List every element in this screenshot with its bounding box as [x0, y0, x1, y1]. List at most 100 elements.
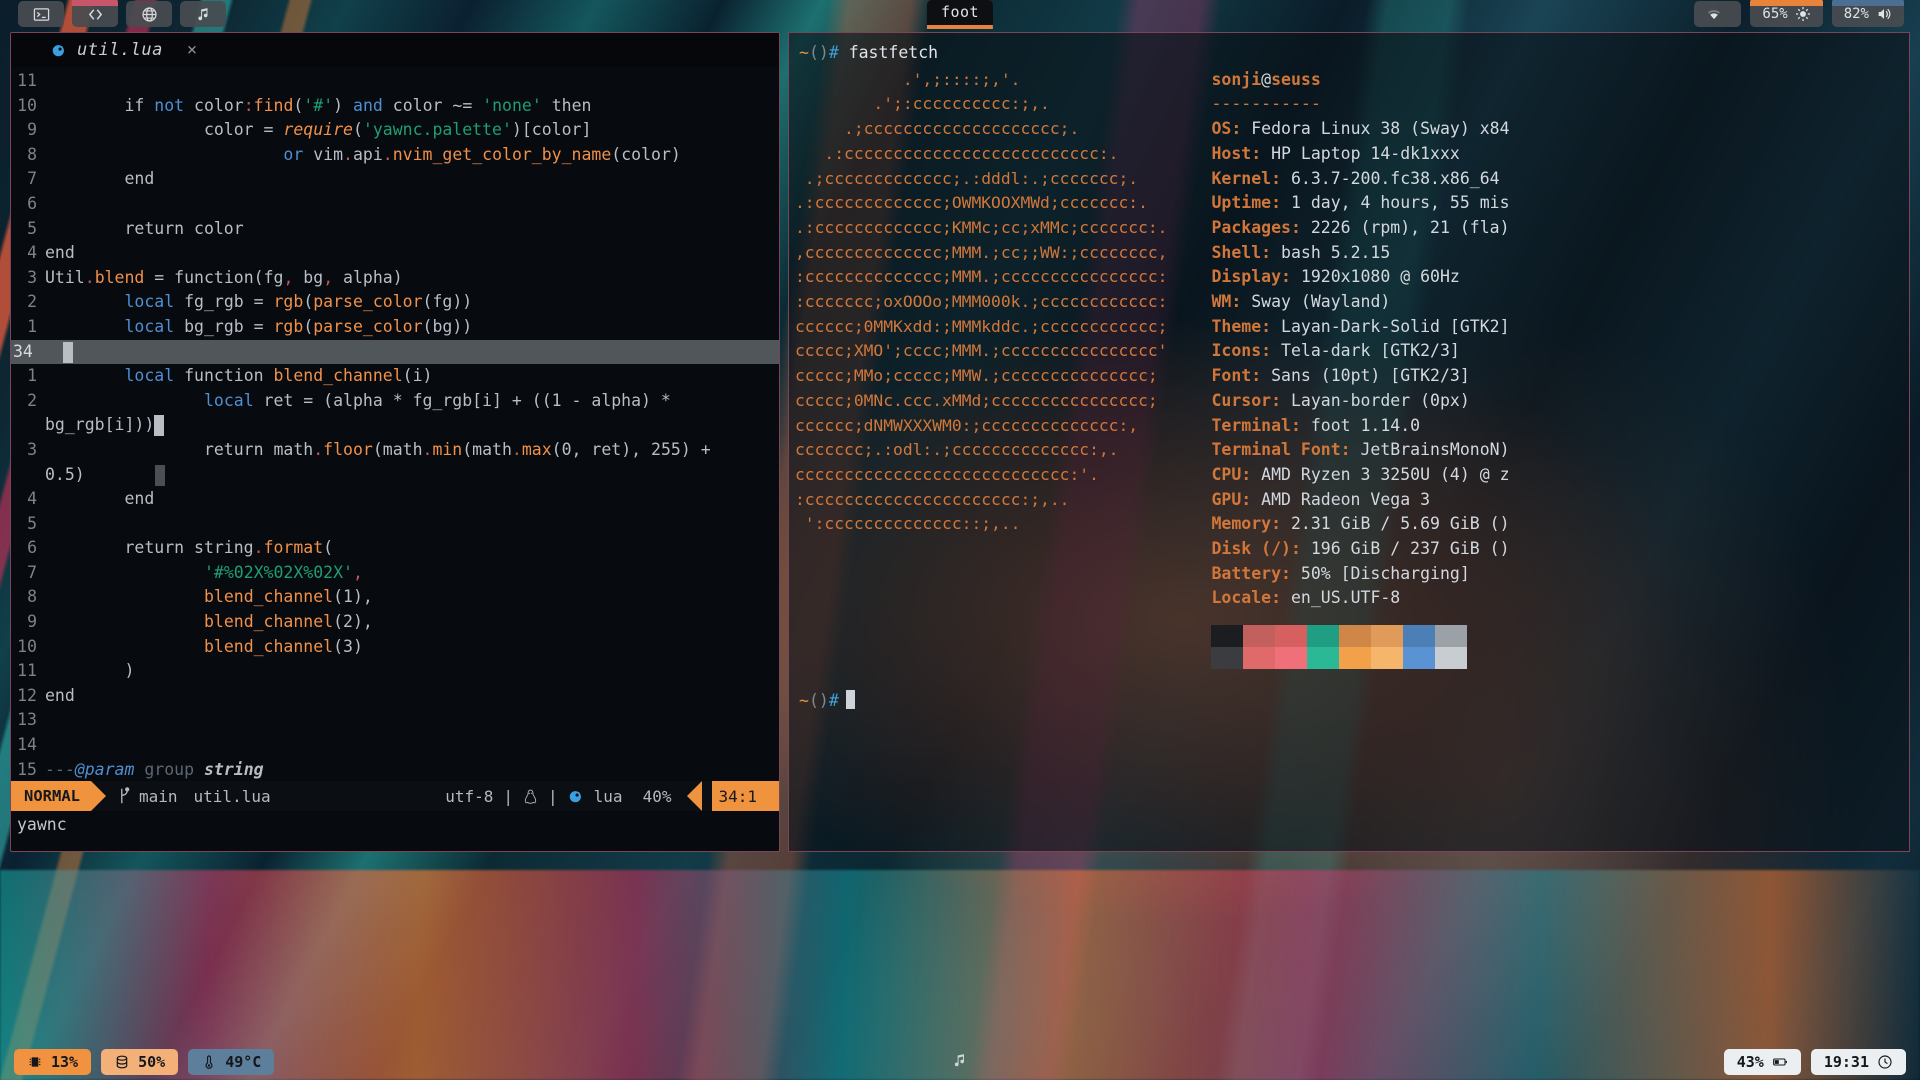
code-launcher[interactable]: [72, 0, 118, 27]
info-value: Tela-dark [GTK2/3]: [1281, 341, 1460, 361]
terminal-window[interactable]: ~()# fastfetch .',;::::;,'. .';:cccccccc…: [788, 32, 1910, 852]
temperature-value: 49°C: [225, 1053, 262, 1071]
media-indicator[interactable]: [952, 1052, 969, 1073]
code-line: 5 return color: [11, 217, 779, 242]
music-launcher[interactable]: [180, 1, 226, 27]
statusline-right: utf-8 | | lua 40% 34:1: [445, 781, 779, 811]
code-line: 1 local function blend_channel(i): [11, 364, 779, 389]
info-label: Disk (/):: [1211, 539, 1311, 559]
line-number: 2: [27, 292, 37, 312]
palette-swatch: [1275, 647, 1308, 670]
line-number: 13: [17, 710, 37, 730]
terminal-icon: [33, 7, 49, 21]
bottom-status-bar: 13% 50% 49°C 43% 19:31: [0, 1044, 1920, 1080]
tray-group: 65% 82%: [1694, 0, 1905, 27]
speaker-icon: [1878, 8, 1891, 20]
tab-filename: util.lua: [77, 40, 163, 60]
info-label: Memory:: [1211, 514, 1291, 534]
brightness-indicator[interactable]: 65%: [1750, 0, 1824, 27]
palette-row-1: [1211, 625, 1509, 648]
info-row: Font: Sans (10pt) [GTK2/3]: [1211, 364, 1509, 389]
code-text: blend_channel(2),: [203, 612, 373, 632]
code-line: 11 ): [11, 659, 779, 684]
info-value: 1920x1080 @ 60Hz: [1300, 267, 1460, 287]
info-rows: OS: Fedora Linux 38 (Sway) x84 Host: HP L…: [1211, 117, 1509, 611]
palette-swatch: [1243, 647, 1276, 670]
memory-indicator[interactable]: 50%: [101, 1049, 179, 1075]
cpu-value: 13%: [51, 1053, 79, 1071]
info-label: Terminal:: [1211, 415, 1311, 435]
info-value: Fedora Linux 38 (Sway) x84: [1251, 119, 1510, 139]
info-row: OS: Fedora Linux 38 (Sway) x84: [1211, 117, 1509, 142]
info-row: Kernel: 6.3.7-200.fc38.x86_64: [1211, 167, 1509, 192]
code-line: 1 local bg_rgb = rgb(parse_color(bg)): [11, 315, 779, 340]
code-text: return math.floor(math.min(math.max(0, r…: [45, 439, 711, 459]
wifi-icon: [1708, 10, 1721, 20]
line-number: 34: [13, 341, 33, 361]
volume-indicator[interactable]: 82%: [1831, 0, 1905, 27]
lua-moon-icon: [569, 791, 581, 803]
code-line-wrapped: 0.5): [11, 463, 779, 488]
info-value: 2.31 GiB / 5.69 GiB (): [1290, 514, 1510, 534]
code-text: local bg_rgb = rgb(parse_color(bg)): [124, 316, 473, 336]
cpu-indicator[interactable]: 13%: [14, 1049, 92, 1075]
editor-window[interactable]: util.lua × 11 10 if not color:find('#') a…: [10, 32, 780, 852]
close-icon[interactable]: ×: [187, 40, 197, 60]
line-number: 5: [27, 218, 37, 238]
line-number: 10: [17, 95, 37, 115]
wifi-indicator[interactable]: [1694, 1, 1742, 27]
code-line: 8 blend_channel(1),: [11, 585, 779, 610]
info-label: CPU:: [1211, 464, 1262, 484]
clock-indicator[interactable]: 19:31: [1810, 1049, 1906, 1075]
fastfetch-output: .',;::::;,'. .';:cccccccccc:;,. .;cccccc…: [793, 68, 1909, 670]
palette-swatch: [1403, 647, 1436, 670]
line-number: 4: [27, 489, 37, 509]
info-label: Shell:: [1211, 242, 1282, 262]
line-number: 9: [27, 120, 37, 140]
at-symbol: @: [1261, 69, 1272, 89]
music-note-icon: [954, 1053, 965, 1066]
code-text: return string.format(: [45, 538, 334, 558]
info-value: Sans (10pt) [GTK2/3]: [1271, 366, 1470, 386]
info-label: Icons:: [1211, 341, 1282, 361]
terminal-prompt-line-2[interactable]: ~()#: [799, 689, 1909, 714]
separator-2: |: [548, 786, 558, 806]
line-number: 7: [27, 169, 37, 189]
line-number: 3: [27, 267, 37, 287]
temperature-indicator[interactable]: 49°C: [188, 1049, 275, 1075]
info-label: Theme:: [1211, 316, 1282, 336]
tab-util-lua[interactable]: util.lua ×: [11, 33, 246, 67]
line-number: 2: [27, 390, 37, 410]
code-buffer[interactable]: 11 10 if not color:find('#') and color ~=…: [11, 67, 779, 782]
code-line: 7 '#%02X%02X%02X',: [11, 561, 779, 586]
line-number: 6: [27, 538, 37, 558]
line-number: 10: [17, 636, 37, 656]
browser-launcher[interactable]: [126, 1, 172, 27]
code-line-current: 34: [11, 339, 779, 365]
info-label: Locale:: [1211, 588, 1291, 608]
active-window-title[interactable]: foot: [926, 0, 994, 29]
prompt-hash: #: [828, 43, 839, 62]
terminal-launcher[interactable]: [18, 1, 64, 27]
palette-swatch: [1339, 625, 1372, 648]
info-row: Host: HP Laptop 14-dk1xxx: [1211, 142, 1509, 167]
command-line[interactable]: yawnc: [11, 815, 779, 843]
code-line: 10 if not color:find('#') and color ~= '…: [11, 94, 779, 119]
palette-swatch: [1339, 647, 1372, 670]
line-number: 4: [27, 243, 37, 263]
terminal-prompt-line: ~()# fastfetch: [799, 41, 1909, 66]
code-line: 8 or vim.api.nvim_get_color_by_name(colo…: [11, 143, 779, 168]
brightness-value: 65%: [1762, 6, 1788, 22]
clock-value: 19:31: [1823, 1053, 1869, 1071]
position-arrow-decoration: [687, 781, 703, 811]
battery-indicator[interactable]: 43%: [1723, 1049, 1801, 1075]
line-number: 5: [27, 513, 37, 533]
chip-icon: [29, 1057, 41, 1067]
code-text: bg_rgb[i])): [45, 413, 779, 438]
memory-value: 50%: [138, 1053, 166, 1071]
code-line: 4 end: [11, 241, 779, 266]
code-text: end: [45, 489, 155, 509]
code-text: or vim.api.nvim_get_color_by_name(color): [283, 144, 681, 164]
info-value: en_US.UTF-8: [1290, 588, 1401, 608]
code-line-wrapped: bg_rgb[i])): [11, 413, 779, 438]
